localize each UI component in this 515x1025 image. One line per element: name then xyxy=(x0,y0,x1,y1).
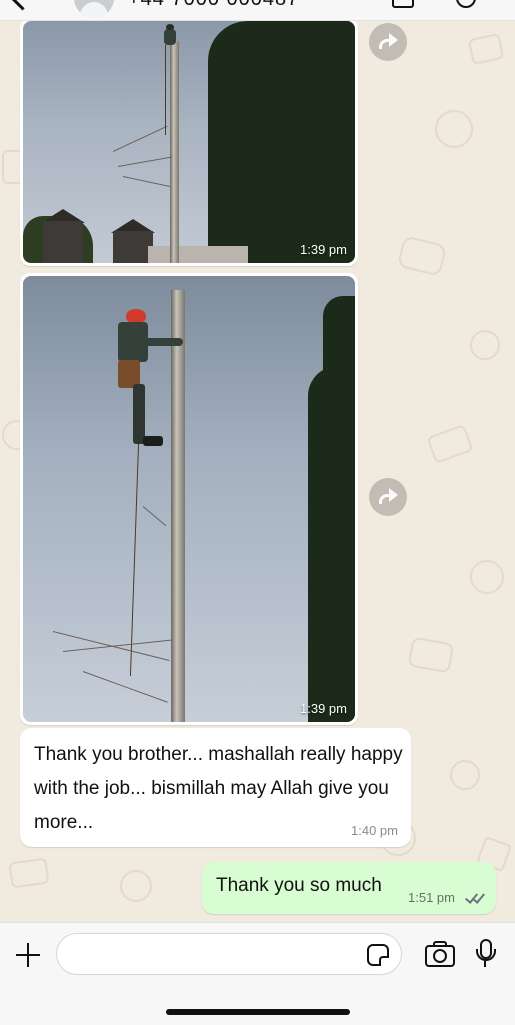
wallpaper-doodle xyxy=(8,857,50,889)
plus-icon[interactable] xyxy=(14,941,42,969)
wallpaper-doodle xyxy=(120,870,152,902)
chevron-left-icon[interactable] xyxy=(10,0,35,11)
incoming-message[interactable]: Thank you brother... mashallah really ha… xyxy=(20,728,411,847)
message-input[interactable] xyxy=(56,933,402,975)
image-message-2[interactable]: 1:39 pm xyxy=(20,273,358,725)
outgoing-message[interactable]: Thank you so much 1:51 pm xyxy=(202,862,496,914)
home-indicator xyxy=(166,1009,350,1015)
wallpaper-doodle xyxy=(407,636,455,674)
contact-name[interactable]: +44 7000 000487 xyxy=(128,0,299,11)
tree-photo-2: 1:39 pm xyxy=(23,276,355,722)
message-timestamp: 1:51 pm xyxy=(408,890,455,905)
double-check-icon xyxy=(464,890,488,904)
message-text: Thank you brother... mashallah really ha… xyxy=(34,744,403,833)
sticker-icon[interactable] xyxy=(367,944,389,966)
microphone-icon[interactable] xyxy=(474,939,496,969)
image-message-1[interactable]: 1:39 pm xyxy=(20,18,358,266)
forward-icon[interactable] xyxy=(369,478,407,516)
wallpaper-doodle xyxy=(470,330,500,360)
avatar[interactable] xyxy=(74,0,114,18)
chat-header: +44 7000 000487 xyxy=(0,0,515,21)
camera-icon[interactable] xyxy=(425,941,455,967)
wallpaper-doodle xyxy=(435,110,473,148)
video-call-icon[interactable] xyxy=(392,0,414,8)
message-text: Thank you so much xyxy=(216,875,382,896)
wallpaper-doodle xyxy=(396,235,448,277)
message-timestamp: 1:39 pm xyxy=(300,242,347,257)
wallpaper-doodle xyxy=(426,424,474,464)
chat-background: 1:39 pm 1:39 pm Thank you brother... mas… xyxy=(0,0,515,922)
forward-icon[interactable] xyxy=(369,23,407,61)
wallpaper-doodle xyxy=(470,560,504,594)
tree-photo-1: 1:39 pm xyxy=(23,21,355,263)
message-input-bar xyxy=(0,922,515,1025)
message-timestamp: 1:40 pm xyxy=(351,823,398,838)
phone-icon[interactable] xyxy=(456,0,476,8)
wallpaper-doodle xyxy=(467,32,505,66)
wallpaper-doodle xyxy=(450,760,480,790)
message-timestamp: 1:39 pm xyxy=(300,701,347,716)
